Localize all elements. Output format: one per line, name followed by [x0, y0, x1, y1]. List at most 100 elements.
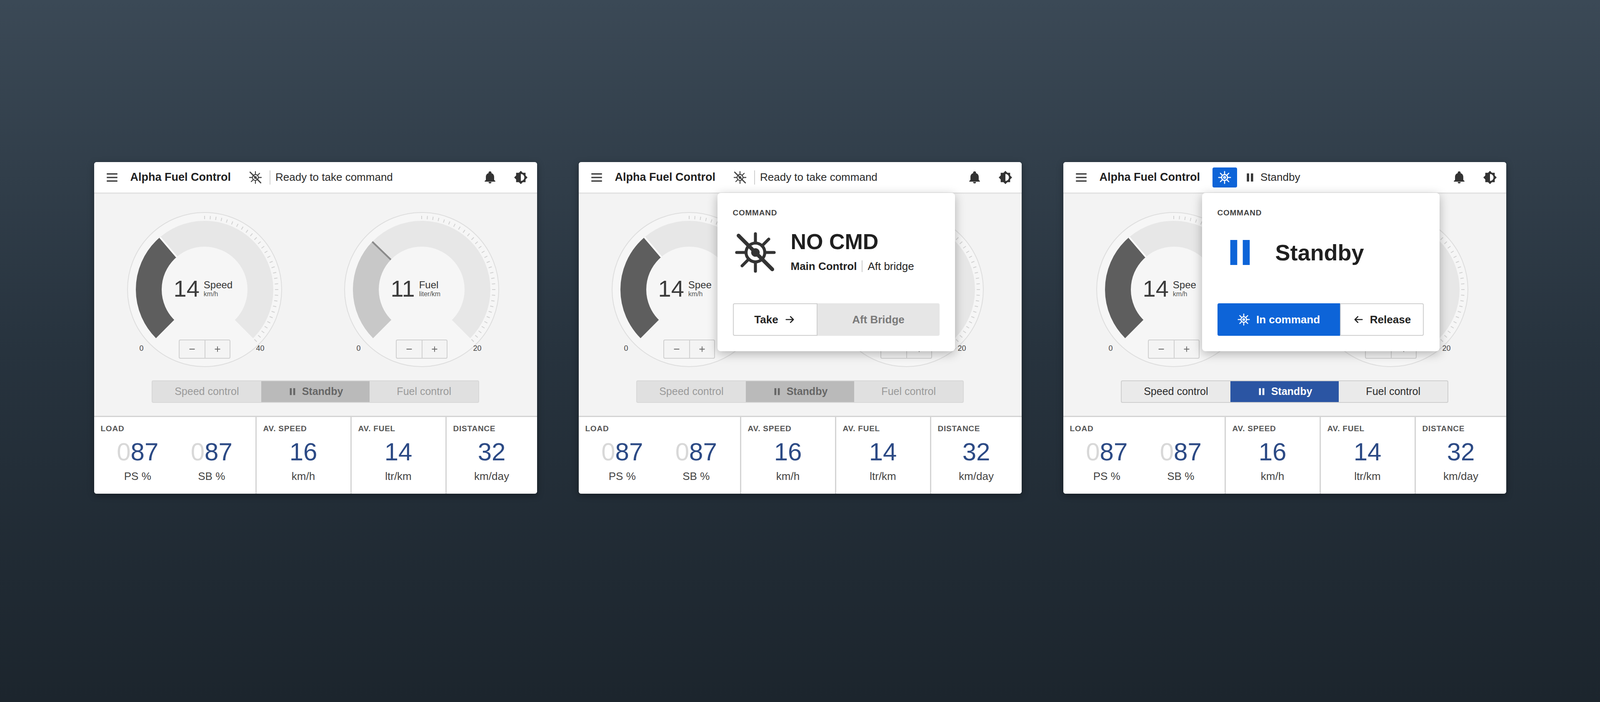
app-title: Alpha Fuel Control: [615, 168, 716, 186]
stat-pad: 0: [1085, 437, 1100, 466]
mode-selector: Speed controlStandbyFuel control: [636, 380, 964, 403]
pause-icon: [772, 387, 782, 397]
header-actions: [1452, 170, 1498, 185]
mode-label: Standby: [786, 383, 828, 400]
plus-icon[interactable]: [1173, 340, 1199, 358]
stat-label: DISTANCE: [937, 423, 1015, 434]
setpoint-marker[interactable]: [1128, 237, 1146, 258]
button-label: Release: [1370, 311, 1411, 328]
brightness-icon[interactable]: [1482, 170, 1498, 185]
mode-segment[interactable]: Standby: [1230, 381, 1340, 403]
gauge-fill: [342, 210, 501, 369]
helm-off-icon: [732, 170, 748, 185]
gauge-readout: 11Fuelliter/km: [390, 277, 441, 301]
stat-label: AV. FUEL: [1327, 423, 1408, 434]
button-label: Aft Bridge: [852, 311, 905, 328]
setpoint-marker[interactable]: [159, 237, 177, 258]
gauge-unit: km/h: [1172, 290, 1197, 298]
bell-icon[interactable]: [482, 170, 498, 185]
header-bar: Alpha Fuel ControlReady to take command: [578, 162, 1022, 194]
stat-number-value: 32: [962, 437, 991, 466]
stat-number: 087: [190, 439, 233, 465]
stat-label: DISTANCE: [1422, 423, 1500, 434]
stat-number-value: 87: [130, 437, 159, 466]
stat-label: LOAD: [585, 423, 734, 434]
stat-value: 14ltr/km: [1353, 439, 1382, 483]
bell-icon[interactable]: [967, 170, 982, 185]
stat-number-value: 14: [869, 437, 898, 466]
minus-icon[interactable]: [1148, 340, 1174, 358]
gauge-min: 0: [139, 342, 144, 355]
control-area: 14Speedkm/h04011Fuelliter/km020Speed con…: [94, 193, 538, 416]
mode-selector: Speed controlStandbyFuel control: [151, 380, 480, 403]
take-button[interactable]: Take: [732, 303, 818, 336]
command-button[interactable]: In command: [1217, 303, 1340, 336]
release-button[interactable]: Release: [1340, 303, 1424, 336]
stat-number-value: 87: [204, 437, 233, 466]
gauge: 11Fuelliter/km 0 20: [342, 210, 501, 369]
gauge-caption: Speedkm/h: [203, 279, 233, 298]
mode-segment: Standby: [261, 381, 370, 403]
command-buttons: Take Aft Bridge: [732, 303, 940, 336]
arrow-right-icon: [784, 313, 796, 326]
brightness-icon[interactable]: [513, 170, 528, 185]
stat-number: 14: [384, 439, 413, 465]
stat-unit: km/h: [776, 470, 800, 483]
stat-pad: 0: [1160, 437, 1174, 466]
stat-values: 14ltr/km: [842, 439, 924, 483]
button-label: Take: [754, 311, 778, 328]
stat-unit: ltr/km: [1354, 470, 1381, 483]
gauge-unit: km/h: [688, 290, 712, 298]
command-source: Main ControlAft bridge: [790, 258, 915, 275]
menu-icon[interactable]: [589, 170, 604, 185]
plus-icon[interactable]: [421, 340, 447, 358]
command-indicator[interactable]: [1212, 167, 1238, 188]
gauge-track: [125, 210, 284, 369]
gauge-min: 0: [356, 342, 361, 355]
stat-value: 087SB %: [1160, 439, 1202, 483]
stat-number-value: 87: [1100, 437, 1128, 466]
stepper: [1147, 339, 1200, 359]
minus-icon[interactable]: [396, 340, 422, 358]
popover-heading: COMMAND: [1217, 207, 1425, 218]
divider: [861, 260, 863, 273]
mode-label: Fuel control: [881, 383, 936, 400]
command-popover: COMMAND Standby In command Release: [1202, 192, 1440, 352]
command-source-name: Main Control: [790, 258, 858, 275]
stat-cell: DISTANCE32km/day: [1415, 417, 1507, 494]
menu-icon[interactable]: [1074, 170, 1089, 185]
gauge-max: 20: [473, 342, 482, 355]
stat-unit: km/day: [474, 470, 510, 483]
stat-number: 087: [1160, 439, 1202, 465]
menu-icon[interactable]: [105, 170, 120, 185]
command-indicator[interactable]: [727, 167, 753, 188]
setpoint-marker[interactable]: [644, 237, 661, 258]
stat-number-value: 32: [477, 437, 506, 466]
brightness-icon[interactable]: [998, 170, 1013, 185]
plus-icon[interactable]: [204, 340, 230, 358]
bell-icon[interactable]: [1452, 170, 1467, 185]
mode-label: Fuel control: [396, 383, 452, 400]
stat-values: 087PS %087SB %: [100, 439, 249, 483]
stat-label: AV. FUEL: [358, 423, 439, 434]
stat-number: 32: [477, 439, 506, 465]
mode-segment[interactable]: Speed control: [1121, 381, 1231, 403]
stat-value: 32 km/day: [474, 439, 510, 483]
minus-icon[interactable]: [179, 340, 205, 358]
fuel-control-panel: Alpha Fuel ControlReady to take command1…: [94, 162, 538, 494]
stat-cell: AV. SPEED16km/h: [741, 417, 835, 494]
stat-pad: 0: [601, 437, 615, 466]
pause-icon: [1223, 235, 1257, 270]
mode-segment[interactable]: Fuel control: [1338, 381, 1448, 403]
stat-number-value: 16: [774, 437, 803, 466]
minus-icon[interactable]: [664, 340, 690, 358]
command-title: Standby: [1275, 241, 1365, 264]
stat-cell: AV. SPEED16km/h: [1225, 417, 1320, 494]
stat-cell: LOAD087PS %087SB %: [1063, 417, 1225, 494]
command-indicator[interactable]: [243, 167, 268, 188]
gauge-caption: Fuelliter/km: [419, 279, 441, 298]
gauge-readout: 14Speekm/h: [658, 277, 712, 301]
plus-icon[interactable]: [689, 340, 715, 358]
stat-number-value: 87: [1173, 437, 1202, 466]
setpoint-marker[interactable]: [372, 241, 391, 260]
